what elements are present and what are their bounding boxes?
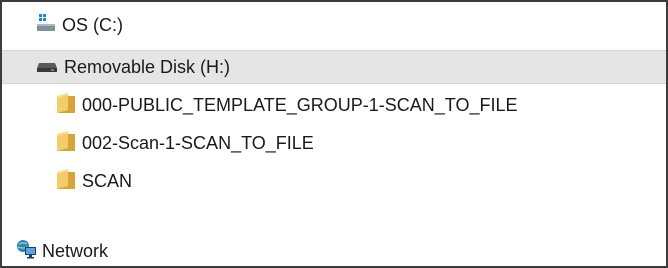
removable-disk-icon [36, 57, 58, 78]
tree-item-label: OS (C:) [62, 14, 123, 35]
tree-item-label: 000-PUBLIC_TEMPLATE_GROUP-1-SCAN_TO_FILE [82, 94, 518, 115]
tree-item-network[interactable]: Network [16, 234, 656, 266]
tree-item-removable-disk[interactable]: Removable Disk (H:) [2, 50, 666, 84]
tree-item-label: SCAN [82, 170, 133, 191]
folder-icon [56, 168, 76, 195]
drive-windows-icon [36, 13, 56, 38]
folder-icon [56, 92, 76, 119]
tree-item-label: Network [42, 240, 109, 261]
tree-item-os-drive[interactable]: OS (C:) [36, 8, 656, 42]
navigation-pane: OS (C:) Removable Disk (H:) 000-PUBLIC_T… [0, 0, 668, 268]
tree-item-folder[interactable]: 000-PUBLIC_TEMPLATE_GROUP-1-SCAN_TO_FILE [56, 88, 656, 122]
tree-item-label: 002-Scan-1-SCAN_TO_FILE [82, 132, 314, 153]
tree-item-folder[interactable]: 002-Scan-1-SCAN_TO_FILE [56, 126, 656, 160]
tree-item-label: Removable Disk (H:) [64, 56, 231, 77]
folder-icon [56, 130, 76, 157]
tree-item-folder[interactable]: SCAN [56, 164, 656, 198]
network-icon [16, 239, 38, 264]
